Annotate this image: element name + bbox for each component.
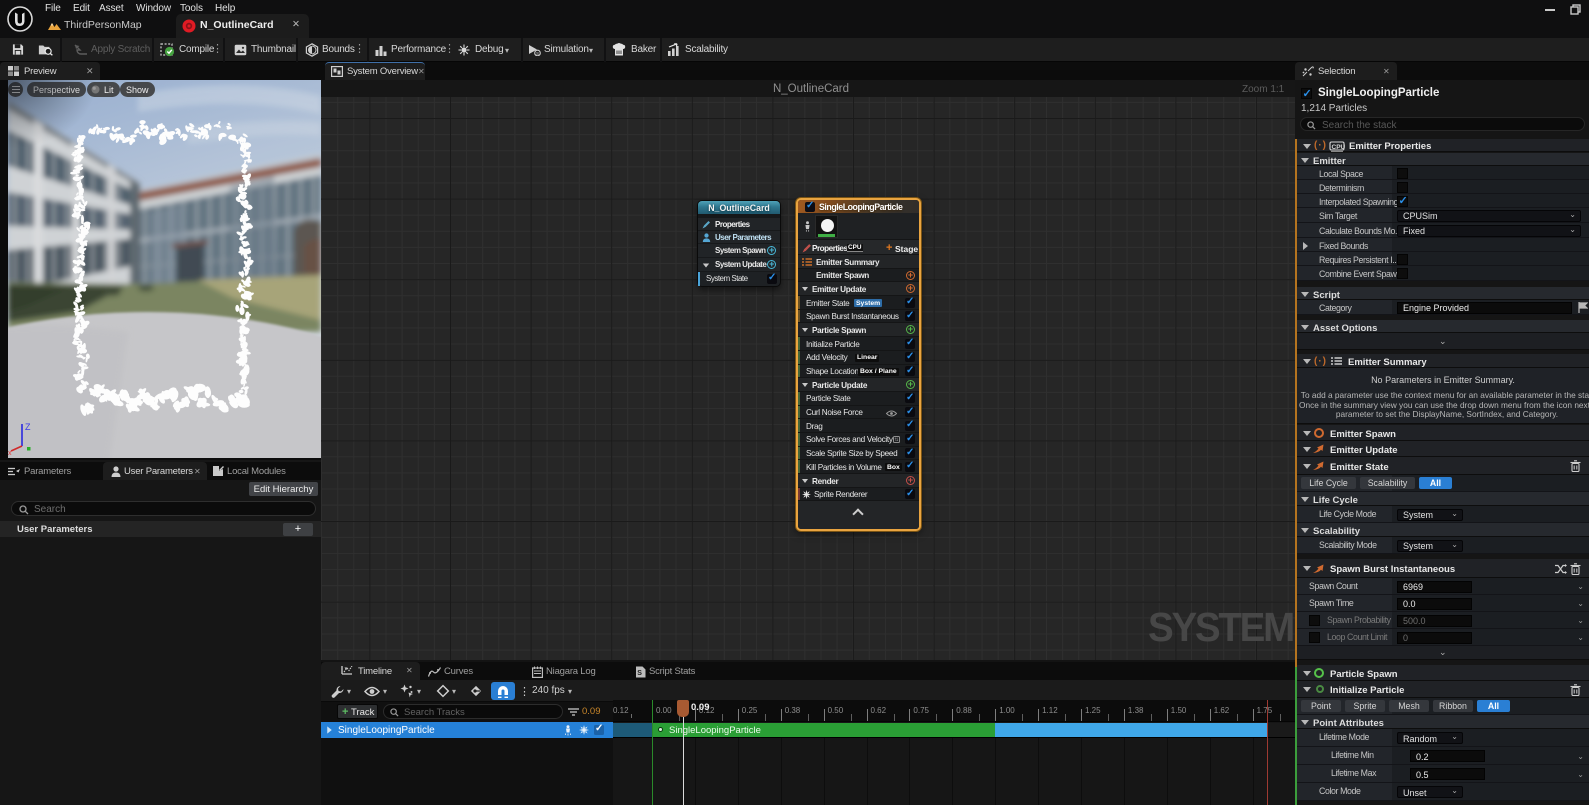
svg-text:S: S: [637, 670, 642, 677]
svg-text:CPU: CPU: [1332, 144, 1346, 151]
svg-text:S: S: [536, 51, 539, 56]
svg-text:Z: Z: [25, 422, 31, 432]
svg-text:x: x: [8, 450, 12, 457]
